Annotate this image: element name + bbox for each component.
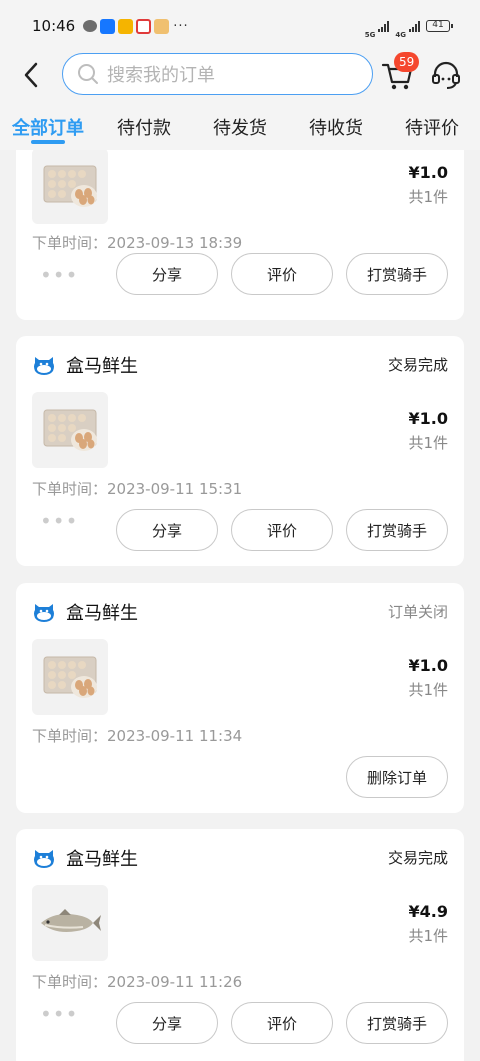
order-price: ¥1.0 [408,163,448,182]
order-price: ¥4.9 [408,902,448,921]
order-quantity: 共1件 [408,681,448,699]
alipay-icon [100,18,116,34]
order-status: 交易完成 [387,849,448,867]
eggs-image-icon [43,165,97,207]
order-price: ¥1.0 [408,409,448,428]
search-input[interactable]: 搜索我的订单 [62,53,373,95]
fish-image-icon [41,909,101,932]
product-thumbnail[interactable] [32,639,108,715]
tab-all-orders[interactable]: 全部订单 [0,98,96,150]
product-thumbnail[interactable] [32,885,108,961]
order-quantity: 共1件 [408,188,448,206]
order-time: 下单时间：2023-09-11 11:26 [32,973,243,991]
status-indicators: 5G 4G 41 [364,14,453,39]
store-name: 盒马鲜生 [66,849,138,870]
hema-logo-icon [34,357,54,375]
tab-pending-receipt[interactable]: 待收货 [288,98,384,150]
store-name: 盒马鲜生 [66,356,138,377]
network-5g-label: 5G [364,30,376,39]
back-button[interactable] [18,58,46,92]
header: 搜索我的订单 59 [0,52,480,98]
order-tabs: 全部订单 待付款 待发货 待收货 待评价 [0,98,480,150]
order-quantity: 共1件 [408,927,448,945]
search-placeholder: 搜索我的订单 [107,65,215,86]
mail-icon [118,18,134,34]
tip-rider-button[interactable]: 打赏骑手 [346,509,448,551]
share-button[interactable]: 分享 [116,1002,218,1044]
game-icon [154,18,170,34]
delete-order-button[interactable]: 删除订单 [346,756,448,798]
cart-badge: 59 [394,52,420,72]
order-status: 订单关闭 [387,603,448,621]
redbook-icon [136,18,152,34]
share-button[interactable]: 分享 [116,253,218,295]
review-button[interactable]: 评价 [231,1002,333,1044]
store-name: 盒马鲜生 [66,603,138,624]
order-card[interactable]: 盒马鲜生 订单关闭 ¥1.0 共1件 下单时间：2023-09-11 11:34… [16,583,464,813]
status-time: 10:46 [32,17,76,35]
tip-rider-button[interactable]: 打赏骑手 [346,1002,448,1044]
order-card[interactable]: 盒马鲜生 交易完成 ¥4.9 共1件 下单时间：2023-09-11 11:26… [16,829,464,1061]
battery-icon: 41 [426,20,453,32]
eggs-image-icon [43,656,97,698]
review-button[interactable]: 评价 [231,253,333,295]
more-options-button[interactable]: ••• [40,265,78,285]
network-4g-label: 4G [395,30,406,39]
order-price: ¥1.0 [408,656,448,675]
order-card[interactable]: 盒马鲜生 交易完成 ¥1.0 共1件 下单时间：2023-09-11 15:31… [16,336,464,566]
order-time: 下单时间：2023-09-11 11:34 [32,727,243,745]
order-time: 下单时间：2023-09-13 18:39 [32,234,243,252]
more-options-button[interactable]: ••• [40,511,78,531]
tab-pending-payment[interactable]: 待付款 [96,98,192,150]
store-row[interactable]: 盒马鲜生 [32,352,138,378]
signal-icon [378,20,390,32]
order-time: 下单时间：2023-09-11 15:31 [32,480,243,498]
store-row[interactable]: 盒马鲜生 [32,599,138,625]
eggs-image-icon [43,409,97,451]
more-notifications-icon: ··· [173,18,189,34]
order-status: 交易完成 [387,356,448,374]
order-card[interactable]: ¥1.0 共1件 下单时间：2023-09-13 18:39 ••• 分享 评价… [16,150,464,320]
product-thumbnail[interactable] [32,150,108,224]
order-list: ¥1.0 共1件 下单时间：2023-09-13 18:39 ••• 分享 评价… [0,150,480,1061]
headset-icon [432,61,460,89]
chevron-left-icon [24,62,38,88]
hema-logo-icon [34,604,54,622]
status-app-icons [83,18,170,34]
store-row[interactable]: 盒马鲜生 [32,845,138,871]
more-options-button[interactable]: ••• [40,1004,78,1024]
signal-icon [409,20,420,32]
hema-logo-icon [34,850,54,868]
tab-pending-shipment[interactable]: 待发货 [192,98,288,150]
search-icon [78,64,98,84]
tab-pending-review[interactable]: 待评价 [384,98,480,150]
review-button[interactable]: 评价 [231,509,333,551]
tip-rider-button[interactable]: 打赏骑手 [346,253,448,295]
share-button[interactable]: 分享 [116,509,218,551]
status-bar: 10:46 ··· 5G 4G 41 [0,0,480,52]
product-thumbnail[interactable] [32,392,108,468]
customer-service-button[interactable] [430,59,462,91]
wechat-icon [83,20,98,32]
order-quantity: 共1件 [408,434,448,452]
